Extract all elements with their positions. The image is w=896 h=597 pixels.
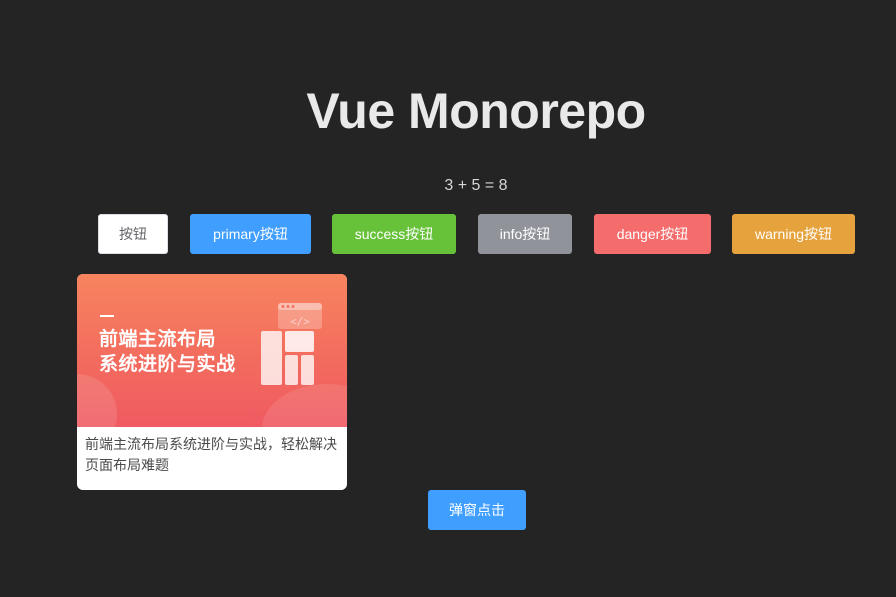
cover-title-line2: 系统进阶与实战 xyxy=(99,354,236,375)
primary-button[interactable]: primary按钮 xyxy=(190,214,311,254)
cover-decoration xyxy=(77,374,117,427)
sum-equation: 3 + 5 = 8 xyxy=(444,177,508,194)
course-description: 前端主流布局系统进阶与实战，轻松解决页面布局难题 xyxy=(85,436,337,473)
cover-title-line1: 前端主流布局 xyxy=(99,329,217,350)
course-cover-image: 前端主流布局 系统进阶与实战 </> xyxy=(77,274,347,427)
success-button[interactable]: success按钮 xyxy=(332,214,456,254)
info-button[interactable]: info按钮 xyxy=(478,214,572,254)
svg-text:</>: </> xyxy=(290,315,310,328)
popup-button[interactable]: 弹窗点击 xyxy=(428,490,526,530)
cover-decoration xyxy=(262,384,347,427)
page: Vue Monorepo 3 + 5 = 8 按钮 primary按钮 succ… xyxy=(0,0,896,597)
default-button[interactable]: 按钮 xyxy=(98,214,168,254)
warning-button[interactable]: warning按钮 xyxy=(732,214,855,254)
cover-dash xyxy=(100,315,114,317)
code-window-layout-icon: </> xyxy=(261,303,322,385)
danger-button[interactable]: danger按钮 xyxy=(594,214,711,254)
course-card[interactable]: 前端主流布局 系统进阶与实战 </> 前端主流布局系统进阶与实战，轻松解决页面布… xyxy=(77,274,347,490)
page-title: Vue Monorepo xyxy=(306,83,646,139)
